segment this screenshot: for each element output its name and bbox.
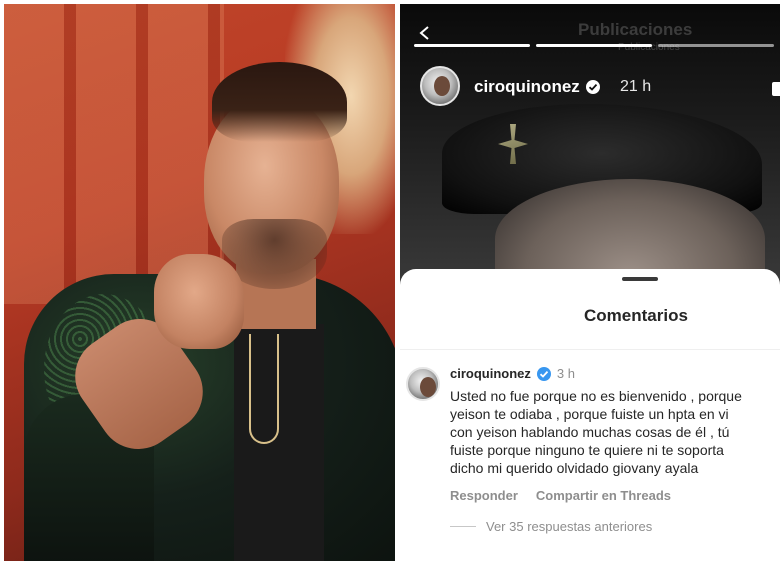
gold-chain [249,334,279,444]
comment-meta: ciroquinonez 3 h [450,366,575,381]
hand-at-chin [154,254,244,349]
hair [212,62,347,142]
comment-actions: Responder Compartir en Threads [450,488,671,503]
comment-line: Usted no fue porque no es bienvenido , p… [450,388,742,404]
story-progress-segment [414,44,530,47]
portrait-photo [4,4,395,561]
comment-line: con yeison hablando muchas cosas de él ,… [450,424,730,440]
view-replies-label: Ver 35 respuestas anteriores [486,519,653,534]
story-avatar[interactable] [420,66,460,106]
instagram-screenshot: Publicaciones Publicaciones ciroquinonez… [400,4,780,561]
comment-line: fuiste porque ninguno te quiere ni te so… [450,442,724,458]
sheet-drag-handle[interactable] [622,277,658,281]
black-shirt [234,324,324,561]
comment-text: Usted no fue porque no es bienvenido , p… [450,387,780,477]
comments-title: Comentarios [584,306,688,325]
story-username-label: ciroquinonez [474,77,580,96]
comment-username[interactable]: ciroquinonez [450,366,531,381]
view-replies-button[interactable]: Ver 35 respuestas anteriores [450,519,652,534]
story-username[interactable]: ciroquinonez [474,77,600,97]
story-time: 21 h [620,78,652,95]
story-side-control[interactable] [772,82,780,96]
reply-button[interactable]: Responder [450,488,518,503]
story-progress-segment [658,44,774,47]
comment-line: yeison te odiaba , porque fuiste un hpta… [450,406,729,422]
comment-time: 3 h [556,366,575,381]
chevron-left-icon[interactable] [418,26,432,40]
divider [400,349,780,350]
publicaciones-header: Publicaciones [578,20,693,39]
story-progress-segment [536,44,652,47]
comments-sheet: Comentarios ciroquinonez 3 h Usted no fu… [400,269,780,561]
verified-badge-icon [585,80,600,94]
replies-line [450,526,476,527]
verified-badge-icon [536,366,551,381]
share-threads-button[interactable]: Compartir en Threads [536,488,671,503]
comment-line: dicho mi querido olvidado giovany ayala [450,460,699,476]
comment-avatar[interactable] [406,367,440,401]
